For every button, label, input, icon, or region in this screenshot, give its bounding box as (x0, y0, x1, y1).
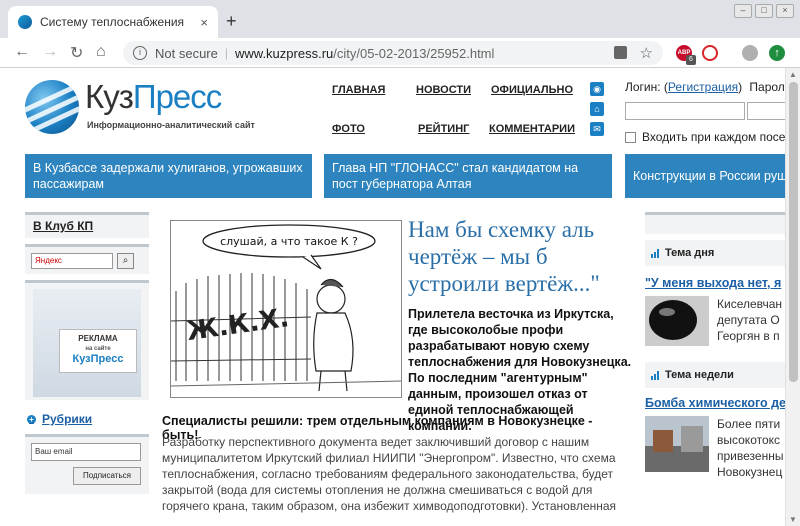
rubrics-link[interactable]: + Рубрики (25, 412, 149, 426)
web-page: КузПресс Информационно-аналитический сай… (0, 68, 785, 526)
ad-promo-banner[interactable]: РЕКЛАМА на сайте КузПресс (25, 280, 149, 400)
logo-globe-icon (25, 80, 79, 134)
ticker-item[interactable]: Глава НП "ГЛОНАСС" стал кандидатом на по… (324, 154, 612, 198)
article-headline: Нам бы схемку аль чертёж – мы б устроили… (408, 217, 600, 296)
window-minimize-button[interactable]: – (734, 4, 752, 18)
tab-close-icon[interactable]: × (200, 15, 208, 30)
site-favicon-icon (18, 15, 32, 29)
article-cartoon-image: слушай, а что такое К ? Ж.К.Х. (170, 220, 402, 398)
browser-tab-active[interactable]: Систему теплоснабжения × (8, 6, 218, 38)
reload-icon[interactable]: ↻ (70, 43, 83, 63)
home-icon[interactable]: ⌂ (96, 43, 106, 61)
logo-name: КузПресс (85, 78, 222, 115)
cartoon-fence-text: Ж.К.Х. (185, 303, 291, 347)
theme-day-item[interactable]: Киселевчан депутата О Георгян в п (645, 296, 785, 354)
scroll-up-arrow-icon[interactable]: ▲ (789, 70, 797, 79)
remember-checkbox[interactable] (625, 131, 636, 143)
right-top-box (645, 212, 785, 234)
menu-news-link[interactable]: НОВОСТИ (416, 84, 471, 96)
right-sidebar: Тема дня "У меня выхода нет, я Киселевча… (645, 212, 785, 480)
password-input[interactable] (747, 102, 785, 120)
forward-arrow-icon[interactable]: → (42, 43, 58, 61)
theme-week-thumbnail (645, 416, 709, 472)
password-label: Пароль (749, 80, 785, 94)
site-info-icon[interactable]: i (133, 46, 147, 60)
ticker-item[interactable]: Конструкции в России рушатся (625, 154, 785, 198)
login-input[interactable] (625, 102, 745, 120)
promo-card: РЕКЛАМА на сайте КузПресс (59, 329, 137, 373)
theme-week-header: Тема недели (645, 362, 785, 388)
ticker-item[interactable]: В Кузбассе задержали хулиганов, угрожавш… (25, 154, 312, 198)
stop-extension-icon[interactable] (702, 45, 718, 61)
site-logo[interactable]: КузПресс Информационно-аналитический сай… (25, 78, 285, 138)
yandex-search-input[interactable]: Яндекс (31, 253, 113, 269)
address-bar[interactable]: i Not secure | www.kuzpress.ru /city/05-… (123, 41, 663, 65)
menu-official-link[interactable]: ОФИЦИАЛЬНО (491, 84, 573, 96)
left-sidebar: В Клуб КП Яндекс ⌕ РЕКЛАМА на сайте КузП… (25, 212, 149, 494)
login-panel: Логин: (Регистрация) Пароль Входить при … (625, 80, 785, 144)
yandex-search-box: Яндекс ⌕ (25, 244, 149, 274)
blocked-content-icon[interactable] (614, 46, 627, 59)
logo-subtitle: Информационно-аналитический сайт (87, 120, 255, 130)
email-input[interactable]: Ваш email (31, 443, 141, 461)
subscribe-form: Ваш email Подписаться (25, 434, 149, 494)
window-close-button[interactable]: × (776, 4, 794, 18)
remember-checkbox-row[interactable]: Входить при каждом посещении (625, 130, 785, 144)
bookmark-star-icon[interactable]: ☆ (640, 44, 653, 62)
login-heading: Логин: (Регистрация) Пароль (625, 80, 785, 94)
adblock-count-badge: 6 (686, 55, 696, 65)
mail-icon[interactable]: ✉ (590, 122, 604, 136)
menu-home-link[interactable]: ГЛАВНАЯ (332, 84, 385, 96)
club-link[interactable]: В Клуб КП (25, 212, 149, 238)
cartoon-speech-text: слушай, а что такое К ? (220, 235, 358, 248)
update-arrow-icon[interactable]: ↑ (769, 45, 785, 61)
theme-week-item[interactable]: Более пяти высокотокс привезенны Новокуз… (645, 416, 785, 480)
header-icons: ◉ ⌂ ✉ (590, 82, 604, 142)
window-maximize-button[interactable]: □ (755, 4, 773, 18)
menu-rating-link[interactable]: РЕЙТИНГ (418, 123, 469, 135)
register-link[interactable]: Регистрация (668, 80, 738, 94)
browser-tab-bar: Систему теплоснабжения × + – □ × (0, 0, 800, 38)
url-path: /city/05-02-2013/25952.html (333, 45, 495, 61)
omnibox-separator: | (224, 46, 228, 60)
theme-day-header: Тема дня (645, 240, 785, 266)
browser-toolbar: ← → ↻ ⌂ i Not secure | www.kuzpress.ru /… (0, 38, 800, 68)
theme-day-link[interactable]: "У меня выхода нет, я (645, 276, 785, 290)
scrollbar-thumb[interactable] (789, 82, 798, 382)
remember-label: Входить при каждом посещении (642, 130, 785, 144)
menu-comments-link[interactable]: КОММЕНТАРИИ (489, 123, 575, 135)
theme-week-link[interactable]: Бомба химического де (645, 396, 785, 410)
new-tab-button[interactable]: + (226, 11, 237, 32)
theme-day-thumbnail (645, 296, 709, 346)
plus-circle-icon: + (27, 414, 36, 424)
scroll-down-arrow-icon[interactable]: ▼ (789, 515, 797, 524)
subscribe-button[interactable]: Подписаться (73, 467, 141, 485)
bars-icon (651, 370, 660, 380)
menu-photo-link[interactable]: ФОТО (332, 123, 365, 135)
page-scrollbar[interactable]: ▲ ▼ (785, 68, 800, 526)
tab-title: Систему теплоснабжения (40, 15, 185, 29)
not-secure-label: Not secure (155, 45, 218, 61)
back-arrow-icon[interactable]: ← (14, 43, 30, 61)
home-page-icon[interactable]: ⌂ (590, 102, 604, 116)
article-body: Разработку перспективного документа веде… (162, 435, 617, 513)
theme-week-text: Более пяти высокотокс привезенны Новокуз… (717, 417, 784, 479)
profile-avatar-icon[interactable] (742, 45, 758, 61)
bars-icon (651, 248, 660, 258)
url-host: www.kuzpress.ru (235, 45, 334, 61)
rss-icon[interactable]: ◉ (590, 82, 604, 96)
magnifier-icon[interactable]: ⌕ (117, 253, 134, 269)
theme-day-text: Киселевчан депутата О Георгян в п (717, 297, 783, 343)
